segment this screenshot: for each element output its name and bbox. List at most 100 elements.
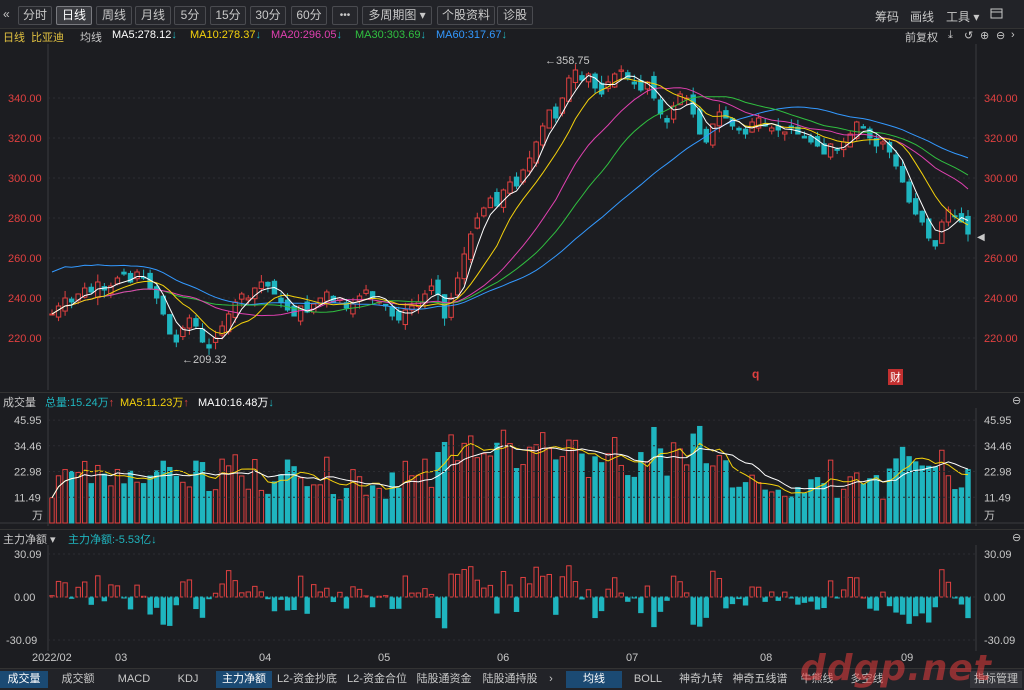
candle-up <box>481 207 487 217</box>
volume-bar-up <box>474 457 480 524</box>
volume-legend-bar: 成交量 总量:15.24万↑ MA5:11.23万↑ MA10:16.48万↓ … <box>0 392 1024 409</box>
candle-down <box>167 314 173 335</box>
candle-up <box>49 313 55 316</box>
flow-bar-outflow <box>795 596 801 605</box>
flow-tick-label-left: -30.09 <box>6 635 37 647</box>
tab-magic-five[interactable]: 神奇五线谱 <box>730 671 790 688</box>
period-toolbar: « 分时 日线 周线 月线 5分 15分 30分 60分 ••• 多周期图 ▾ … <box>0 0 1024 29</box>
tab-l2-position[interactable]: L2-资金合位 <box>344 671 410 688</box>
date-label: 2022/02 <box>32 652 72 664</box>
volume-bar-down <box>101 473 108 524</box>
volume-bar-down <box>284 459 291 524</box>
volume-bar-up <box>461 442 467 524</box>
volume-bar-up <box>939 449 945 524</box>
price-tick-label-right: 280.00 <box>984 213 1018 225</box>
zoom-in-icon[interactable]: ⊕ <box>980 29 989 42</box>
tab-magic-nine[interactable]: 神奇九转 <box>674 671 728 688</box>
draw-line-button[interactable]: 画线 <box>910 8 934 25</box>
flow-bar-outflow <box>906 596 912 624</box>
high-price-label: ←358.75 <box>545 55 590 67</box>
tab-l2-bottom[interactable]: L2-资金抄底 <box>274 671 340 688</box>
period-tab-15min[interactable]: 15分 <box>210 6 246 25</box>
volume-bar-up <box>468 435 474 524</box>
tab-kdj[interactable]: KDJ <box>164 671 212 688</box>
volume-bar-up <box>186 486 193 524</box>
candlestick-chart[interactable]: 340.00 340.00 320.00 320.00 300.00 300.00 280.… <box>0 44 1024 390</box>
period-tab-30min[interactable]: 30分 <box>250 6 286 25</box>
price-tick-label-right: 220.00 <box>984 333 1018 345</box>
zoom-out-icon[interactable]: ⊖ <box>996 29 1005 42</box>
price-tick-label-left: 280.00 <box>8 213 42 225</box>
candle-up <box>716 111 723 127</box>
flow-legend-bar: 主力净额 ▾ 主力净额:-5.53亿↓ ⊖ <box>0 529 1024 546</box>
tab-volume[interactable]: 成交量 <box>0 671 48 688</box>
flow-bar-outflow <box>958 596 965 605</box>
date-label: 04 <box>259 652 272 664</box>
download-icon[interactable]: ⤓ <box>948 29 953 42</box>
flow-bar-outflow <box>873 596 880 611</box>
stock-info-button[interactable]: 个股资料 <box>437 6 495 25</box>
undo-icon[interactable]: ↺ <box>964 29 973 42</box>
volume-bar-down <box>435 452 441 524</box>
stock-name: 比亚迪 <box>31 32 64 44</box>
volume-bar-down <box>873 475 880 524</box>
price-tick-label-right: 340.00 <box>984 93 1018 105</box>
tab-northbound-hold[interactable]: 陆股通持股 <box>478 671 542 688</box>
candle-up <box>245 297 251 301</box>
price-tick-label-left: 340.00 <box>8 93 42 105</box>
volume-bar-down <box>396 487 402 524</box>
main-flow-chart[interactable]: 30.09 30.09 0.00 0.00 -30.09 -30.09 <box>0 545 1024 651</box>
volume-bar-down <box>553 459 559 524</box>
ma5-value: MA5:278.12↓ <box>112 29 177 41</box>
multi-period-dropdown[interactable]: 多周期图 ▾ <box>362 6 432 25</box>
adjust-button[interactable]: 前复权 <box>905 29 938 45</box>
tab-boll[interactable]: BOLL <box>626 671 670 688</box>
flow-bar-outflow <box>932 596 938 608</box>
flow-bar-outflow <box>441 596 448 629</box>
volume-bar-down <box>121 483 127 524</box>
volume-bar-down <box>271 481 278 524</box>
period-tab-intraday[interactable]: 分时 <box>18 6 52 25</box>
volume-close-icon[interactable]: ⊖ <box>1012 394 1021 407</box>
ma10-line <box>51 78 969 335</box>
period-tab-monthly[interactable]: 月线 <box>135 6 171 25</box>
candle-up <box>468 233 474 260</box>
chevron-right-icon[interactable]: › <box>544 671 558 688</box>
flow-bar-outflow <box>886 596 893 607</box>
window-icon[interactable] <box>990 8 1004 20</box>
period-tab-daily[interactable]: 日线 <box>56 6 92 25</box>
tab-turnover[interactable]: 成交额 <box>52 671 104 688</box>
volume-bar-down <box>278 474 284 524</box>
flow-bar-inflow <box>356 588 363 598</box>
ma-toggle[interactable]: 均线 <box>80 29 102 45</box>
volume-bar-down <box>88 483 94 524</box>
volume-chart[interactable]: 45.95 45.95 34.46 34.46 22.98 22.98 11.49 11.49… <box>0 408 1024 526</box>
event-marker-q[interactable]: q <box>752 367 759 381</box>
volume-bar-up <box>297 477 304 524</box>
tab-northbound-flow[interactable]: 陆股通资金 <box>412 671 476 688</box>
period-tab-5min[interactable]: 5分 <box>174 6 206 25</box>
tab-ma[interactable]: 均线 <box>566 671 622 688</box>
tab-main-flow[interactable]: 主力净额 <box>216 671 272 688</box>
event-marker-finance[interactable]: 财 <box>888 369 903 385</box>
flow-bar-outflow <box>167 596 173 626</box>
tab-macd[interactable]: MACD <box>108 671 160 688</box>
pan-right-icon[interactable]: › <box>1011 29 1015 41</box>
diagnose-button[interactable]: 诊股 <box>497 6 533 25</box>
volume-bar-up <box>585 476 592 524</box>
collapse-icon[interactable]: « <box>3 7 10 21</box>
flow-close-icon[interactable]: ⊖ <box>1012 531 1021 544</box>
flow-bar-outflow <box>592 596 598 619</box>
flow-bar-inflow <box>258 591 265 598</box>
price-tick-label-right: 320.00 <box>984 133 1018 145</box>
chips-button[interactable]: 筹码 <box>875 8 899 25</box>
ma20-value: MA20:296.05↓ <box>271 29 342 41</box>
period-tab-weekly[interactable]: 周线 <box>96 6 132 25</box>
more-periods-button[interactable]: ••• <box>332 6 358 25</box>
price-tick-label-left: 220.00 <box>8 333 42 345</box>
volume-tick-label-left: 11.49 <box>14 492 41 504</box>
tools-dropdown[interactable]: 工具 ▾ <box>946 8 979 25</box>
period-tab-60min[interactable]: 60分 <box>291 6 327 25</box>
flow-tick-label-right: -30.09 <box>984 635 1015 647</box>
candle-down <box>834 148 840 151</box>
